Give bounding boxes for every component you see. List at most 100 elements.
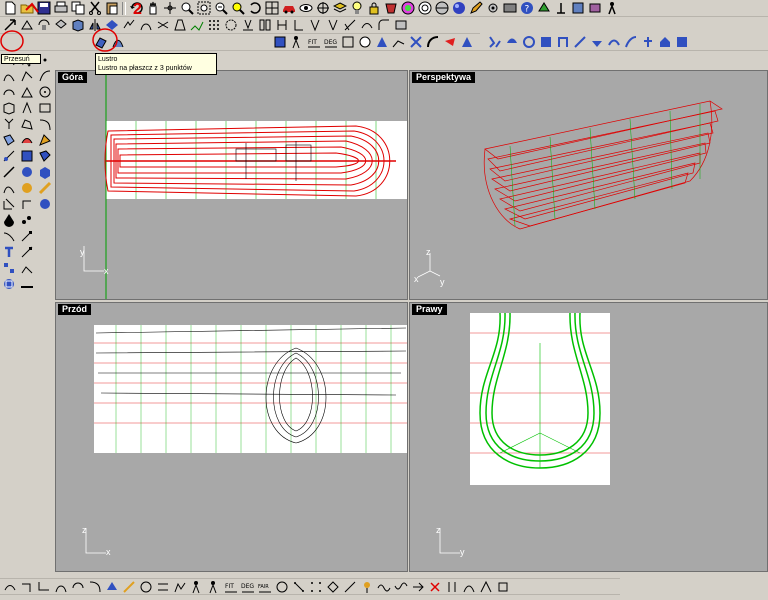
triangle-icon[interactable] (20, 85, 34, 99)
bottom-grid-icon[interactable] (309, 580, 323, 594)
sphere-icon[interactable] (452, 1, 466, 15)
edit-point-icon[interactable] (2, 229, 16, 243)
bottom-curve-5-icon[interactable] (71, 580, 85, 594)
car-icon[interactable] (282, 1, 296, 15)
extrude-icon[interactable] (94, 35, 108, 49)
annotate-icon[interactable] (38, 181, 52, 195)
bottom-shape-icon[interactable] (496, 580, 510, 594)
viewport-top-title[interactable]: Góra (58, 72, 88, 83)
rebuild-icon[interactable] (273, 35, 287, 49)
rectangle-icon[interactable] (38, 101, 52, 115)
bottom-rotate-icon[interactable] (275, 580, 289, 594)
mesh-sphere-icon[interactable] (2, 277, 16, 291)
bottom-connect-icon[interactable] (343, 580, 357, 594)
shade-icon[interactable] (384, 1, 398, 15)
bottom-wave-icon[interactable] (377, 580, 391, 594)
flow-icon[interactable] (190, 18, 204, 32)
curve-edit-icon[interactable] (38, 117, 52, 131)
analysis-icon[interactable] (20, 197, 34, 211)
bottom-wave-2-icon[interactable] (394, 580, 408, 594)
save-icon[interactable] (37, 1, 51, 15)
scale-icon[interactable] (54, 18, 68, 32)
layer-icon[interactable] (333, 1, 347, 15)
control-point-icon[interactable] (20, 229, 34, 243)
curve-icon[interactable] (38, 69, 52, 83)
bottom-delete-icon[interactable] (428, 580, 442, 594)
bottom-fair-icon[interactable]: FAIR (258, 580, 272, 594)
pin-icon[interactable] (641, 35, 655, 49)
material-icon[interactable] (435, 1, 449, 15)
fillet-icon[interactable] (377, 18, 391, 32)
bottom-curve-1-icon[interactable] (3, 580, 17, 594)
network-icon[interactable] (409, 35, 423, 49)
emap-icon[interactable] (556, 35, 570, 49)
render-icon[interactable] (418, 1, 432, 15)
person-edit-icon[interactable] (290, 35, 304, 49)
mirror-icon[interactable] (88, 18, 102, 32)
panel-icon[interactable] (675, 35, 689, 49)
help-icon[interactable]: ? (520, 1, 534, 15)
mesh-edit-icon[interactable] (2, 181, 16, 195)
split-icon[interactable] (258, 18, 272, 32)
patch-icon[interactable] (443, 35, 457, 49)
ruler-icon[interactable] (20, 277, 34, 291)
move-icon[interactable] (3, 18, 17, 32)
circle-icon[interactable] (38, 85, 52, 99)
solid-edit-icon[interactable] (20, 149, 34, 163)
join-icon[interactable] (275, 18, 289, 32)
surface-icon[interactable] (2, 133, 16, 147)
chamfer-icon[interactable] (360, 18, 374, 32)
line-icon[interactable] (2, 69, 16, 83)
options-icon[interactable] (503, 1, 517, 15)
viewport-right-title[interactable]: Prawy (412, 304, 447, 315)
bottom-curve-3-icon[interactable] (37, 580, 51, 594)
surface-edit-icon[interactable] (20, 133, 34, 147)
fork-icon[interactable] (2, 117, 16, 131)
ellipse-icon[interactable] (20, 101, 34, 115)
bend-icon[interactable] (139, 18, 153, 32)
bottom-person-icon[interactable] (190, 580, 204, 594)
polygon-icon[interactable] (20, 117, 34, 131)
loft-icon[interactable] (111, 35, 125, 49)
camera-icon[interactable] (537, 1, 551, 15)
pencil-icon[interactable] (469, 1, 483, 15)
bottom-pin-icon[interactable] (360, 580, 374, 594)
copy-object-icon[interactable] (20, 18, 34, 32)
smash-icon[interactable] (241, 18, 255, 32)
bottom-deg-icon[interactable]: DEG (241, 580, 255, 594)
transform-icon[interactable] (2, 197, 16, 211)
box-blue-icon[interactable] (38, 165, 52, 179)
surface-points-icon[interactable] (341, 35, 355, 49)
sphere-blue-icon[interactable] (20, 165, 34, 179)
bottom-person-2-icon[interactable] (207, 580, 221, 594)
bottom-curve-7-icon[interactable] (479, 580, 493, 594)
bottom-curve-4-icon[interactable] (54, 580, 68, 594)
color-wheel-icon[interactable] (401, 1, 415, 15)
redo-view-icon[interactable] (248, 1, 262, 15)
edge-icon[interactable] (590, 35, 604, 49)
sweep-icon[interactable] (392, 35, 406, 49)
viewport-perspective[interactable]: Perspektywa z x y (409, 70, 768, 300)
box-icon[interactable] (71, 18, 85, 32)
zoom-extents-icon[interactable] (214, 1, 228, 15)
bottom-surface-3-icon[interactable] (139, 580, 153, 594)
bottom-diamond-icon[interactable] (326, 580, 340, 594)
zebra-icon[interactable] (539, 35, 553, 49)
arc-icon[interactable] (2, 85, 16, 99)
pan-hand-icon[interactable] (146, 1, 160, 15)
draft-icon[interactable] (522, 35, 536, 49)
explode-icon[interactable] (292, 18, 306, 32)
paste-icon[interactable] (105, 1, 119, 15)
person-icon[interactable] (605, 1, 619, 15)
mesh-icon[interactable] (2, 165, 16, 179)
fit-icon[interactable]: FIT (307, 35, 321, 49)
surface-blend-icon[interactable] (38, 133, 52, 147)
sphere-solid-icon[interactable] (2, 101, 16, 115)
solid-icon[interactable] (2, 149, 16, 163)
project-icon[interactable] (224, 18, 238, 32)
leader-icon[interactable] (20, 245, 34, 259)
bottom-tool-2-icon[interactable] (173, 580, 187, 594)
bottom-split-icon[interactable] (445, 580, 459, 594)
bottom-fit-icon[interactable]: FIT (224, 580, 238, 594)
trim-icon[interactable] (343, 18, 357, 32)
